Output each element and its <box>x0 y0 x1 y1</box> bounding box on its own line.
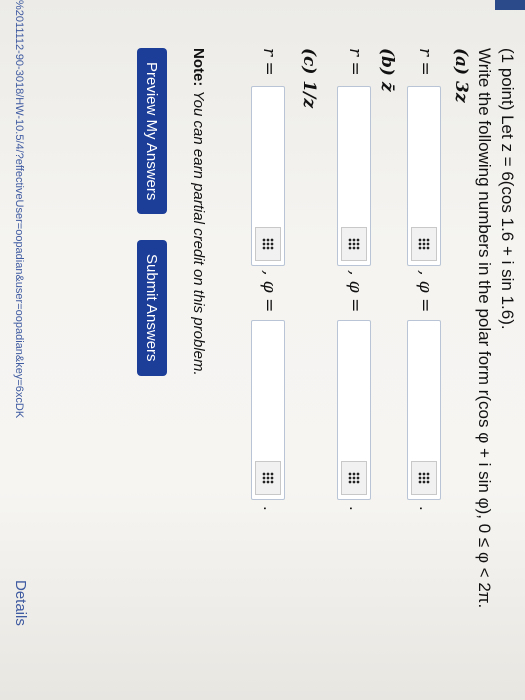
math-entry-button[interactable] <box>341 227 367 261</box>
math-entry-button[interactable] <box>255 461 281 495</box>
part-b-phi-input[interactable] <box>337 320 371 500</box>
grid-icon <box>418 472 430 484</box>
part-c-label: (c) 1/z <box>299 48 319 109</box>
math-entry-button[interactable] <box>255 227 281 261</box>
part-a-r-input[interactable] <box>407 86 441 266</box>
preview-answers-button[interactable]: Preview My Answers <box>137 48 167 215</box>
part-c-r-label: r = <box>259 48 279 76</box>
submit-answers-button[interactable]: Submit Answers <box>137 240 167 376</box>
grid-icon <box>418 238 430 250</box>
note-prefix: Note: <box>190 48 207 87</box>
problem-instruction: Write the following numbers in the polar… <box>475 48 494 609</box>
partial-credit-note: Note: You can earn partial credit on thi… <box>190 48 207 376</box>
part-c-phi-label: , φ = <box>259 270 279 313</box>
problem-body: (1 point) Let z = 6(cos 1.6 + i sin 1.6)… <box>0 0 525 700</box>
math-entry-button[interactable] <box>411 461 437 495</box>
part-a-period: . <box>416 506 435 511</box>
part-c-phi-input[interactable] <box>251 320 285 500</box>
part-b-label: (b) z̄ <box>377 48 397 92</box>
part-b-r-label: r = <box>345 48 365 76</box>
part-c-r-input[interactable] <box>251 86 285 266</box>
rotated-page: (1 point) Let z = 6(cos 1.6 + i sin 1.6)… <box>0 0 525 700</box>
grid-icon <box>262 238 274 250</box>
math-entry-button[interactable] <box>411 227 437 261</box>
part-a-phi-label: , φ = <box>415 270 435 313</box>
part-b-period: . <box>346 506 365 511</box>
grid-icon <box>262 472 274 484</box>
note-text: You can earn partial credit on this prob… <box>190 90 207 376</box>
part-a-label: (a) 3z <box>451 48 471 103</box>
part-b-r-input[interactable] <box>337 86 371 266</box>
grid-icon <box>348 238 360 250</box>
part-b-phi-label: , φ = <box>345 270 365 313</box>
math-entry-button[interactable] <box>341 461 367 495</box>
details-link[interactable]: Details <box>12 580 29 626</box>
part-c-period: . <box>260 506 279 511</box>
part-a-phi-input[interactable] <box>407 320 441 500</box>
status-url: %2011112-90-3018/HW-10.5/4/?effectiveUse… <box>13 0 25 419</box>
grid-icon <box>348 472 360 484</box>
problem-statement: (1 point) Let z = 6(cos 1.6 + i sin 1.6)… <box>498 48 517 330</box>
part-a-r-label: r = <box>415 48 435 76</box>
